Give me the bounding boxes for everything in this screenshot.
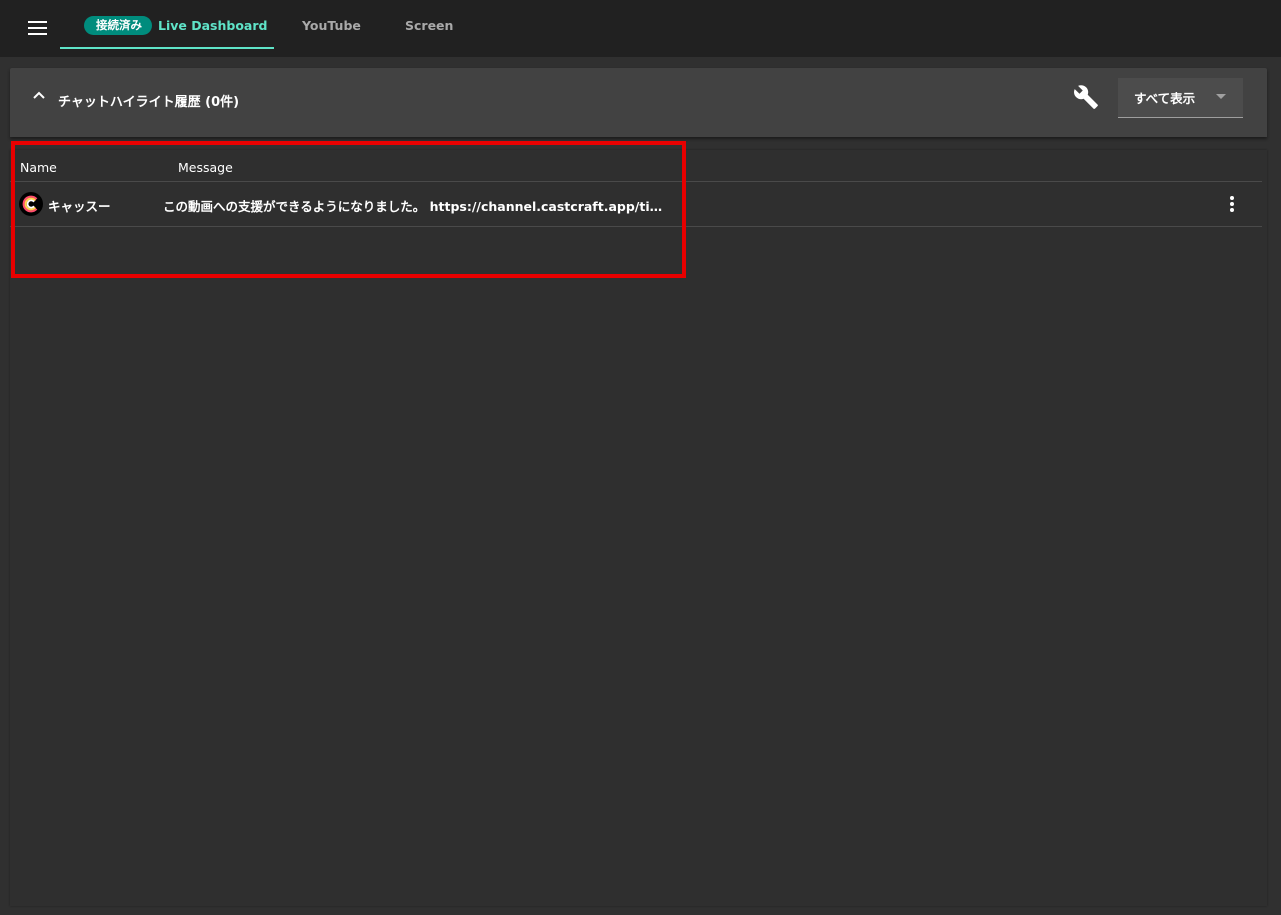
highlight-history-table: Name Message キャッスー この動画への支援ができるようになりました。… [10,150,1267,906]
castcraft-logo-icon [19,192,43,216]
tab-label: Screen [405,17,454,33]
row-divider [10,226,1262,227]
tab-live-dashboard[interactable]: 接続済み Live Dashboard [84,0,267,50]
tab-youtube[interactable]: YouTube [302,0,361,50]
filter-select[interactable]: すべて表示 [1118,78,1243,118]
wrench-icon[interactable] [1073,84,1099,110]
tab-label: YouTube [302,17,361,33]
filter-select-value: すべて表示 [1134,91,1196,106]
tab-label: Live Dashboard [158,17,268,33]
dropdown-arrow-icon [1216,94,1226,99]
column-header-message[interactable]: Message [178,160,233,175]
cell-name: キャッスー [48,199,111,214]
panel-title: チャットハイライト履歴 (0件) [58,95,240,110]
column-header-name[interactable]: Name [20,160,57,175]
top-app-bar: 接続済み Live Dashboard YouTube Screen [0,0,1281,57]
table-row[interactable]: キャッスー この動画への支援ができるようになりました。 https://chan… [10,182,1262,226]
more-vertical-icon[interactable] [1224,194,1240,214]
connection-status-badge: 接続済み [84,15,152,35]
chevron-up-icon[interactable] [32,90,46,100]
hamburger-menu-icon[interactable] [22,14,54,42]
active-tab-indicator [60,47,274,49]
tab-screen[interactable]: Screen [405,0,453,50]
expansion-panel-header[interactable]: チャットハイライト履歴 (0件) すべて表示 [10,68,1267,137]
cell-message: この動画への支援ができるようになりました。 https://channel.ca… [163,199,663,214]
